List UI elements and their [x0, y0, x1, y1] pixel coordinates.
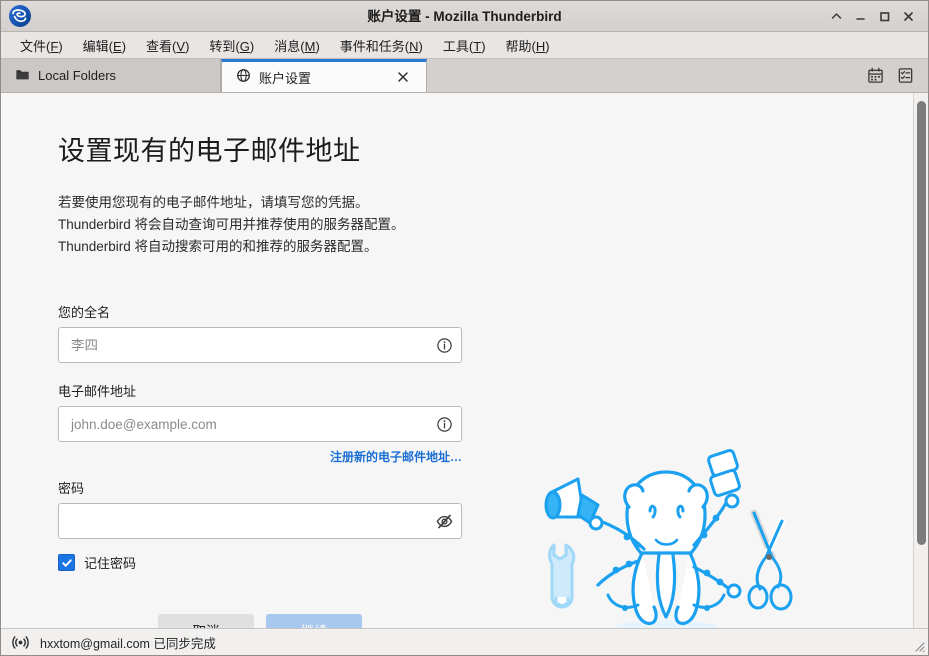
menu-help[interactable]: 帮助(H): [497, 33, 559, 58]
form-actions: 取消 继续: [58, 614, 462, 628]
password-input[interactable]: [59, 504, 427, 538]
status-bar: hxxtom@gmail.com 已同步完成: [1, 628, 928, 655]
info-icon[interactable]: [427, 407, 461, 441]
thunderbird-window: 账户设置 - Mozilla Thunderbird 文件(F) 编辑(E) 查…: [0, 0, 929, 656]
tab-local-folders[interactable]: Local Folders: [1, 59, 221, 92]
tab-bar-tools: [864, 59, 928, 92]
tab-label: Local Folders: [38, 68, 117, 83]
thunderbird-logo: [5, 1, 35, 31]
content-area: 设置现有的电子邮件地址 若要使用您现有的电子邮件地址，请填写您的凭据。 Thun…: [1, 92, 928, 628]
fullname-field-group: 您的全名: [58, 302, 462, 363]
signup-link-row: 注册新的电子邮件地址…: [58, 448, 462, 466]
tab-bar-spacer: [427, 59, 864, 92]
tasks-icon[interactable]: [894, 65, 916, 87]
menu-message[interactable]: 消息(M): [265, 33, 329, 58]
description-line: Thunderbird 将自动搜索可用的和推荐的服务器配置。: [58, 239, 378, 254]
resize-grip[interactable]: [912, 639, 926, 653]
close-button[interactable]: [897, 5, 919, 27]
menu-go[interactable]: 转到(G): [200, 33, 263, 58]
menu-view[interactable]: 查看(V): [137, 33, 198, 58]
cancel-button[interactable]: 取消: [158, 614, 254, 628]
password-input-wrapper[interactable]: [58, 503, 462, 539]
globe-icon: [236, 68, 251, 86]
password-field-group: 密码: [58, 478, 462, 539]
scrollbar-thumb[interactable]: [917, 101, 926, 545]
title-bar: 账户设置 - Mozilla Thunderbird: [1, 1, 928, 32]
window-title: 账户设置 - Mozilla Thunderbird: [367, 8, 562, 24]
remember-password-checkbox[interactable]: [58, 554, 75, 571]
menu-events-tasks[interactable]: 事件和任务(N): [331, 33, 432, 58]
tab-account-settings[interactable]: 账户设置: [221, 59, 427, 92]
description-line: 若要使用您现有的电子邮件地址，请填写您的凭据。: [58, 195, 369, 210]
shade-button[interactable]: [825, 5, 847, 27]
fullname-input-wrapper[interactable]: [58, 327, 462, 363]
remember-password-row[interactable]: 记住密码: [58, 553, 462, 572]
account-setup-form: 您的全名 李四 电子邮件地址 john.doe@example.com 注册新的…: [58, 302, 462, 628]
window-controls: [825, 5, 928, 27]
email-input-wrapper[interactable]: [58, 406, 462, 442]
page-description: 若要使用您现有的电子邮件地址，请填写您的凭据。 Thunderbird 将会自动…: [58, 192, 857, 258]
tab-label: 账户设置: [259, 70, 312, 86]
menu-tools[interactable]: 工具(T): [434, 33, 495, 58]
menu-edit[interactable]: 编辑(E): [74, 33, 135, 58]
fullname-input[interactable]: [59, 328, 427, 362]
setup-page: 设置现有的电子邮件地址 若要使用您现有的电子邮件地址，请填写您的凭据。 Thun…: [2, 93, 913, 628]
continue-button[interactable]: 继续: [266, 614, 362, 628]
signup-new-email-link[interactable]: 注册新的电子邮件地址…: [330, 450, 462, 464]
email-input[interactable]: [59, 407, 427, 441]
info-icon[interactable]: [427, 328, 461, 362]
menu-bar: 文件(F) 编辑(E) 查看(V) 转到(G) 消息(M) 事件和任务(N) 工…: [1, 32, 928, 59]
menu-file[interactable]: 文件(F): [11, 33, 72, 58]
email-field-group: 电子邮件地址: [58, 381, 462, 442]
remember-password-label: 记住密码: [84, 556, 137, 571]
eye-slash-icon[interactable]: [427, 504, 461, 538]
page-title: 设置现有的电子邮件地址: [58, 136, 361, 166]
password-label: 密码: [58, 481, 85, 496]
folder-icon: [15, 67, 30, 85]
vertical-scrollbar[interactable]: [913, 93, 928, 628]
calendar-icon[interactable]: [864, 65, 886, 87]
account-setup-panel: 设置现有的电子邮件地址 若要使用您现有的电子邮件地址，请填写您的凭据。 Thun…: [1, 93, 913, 628]
tab-close-icon[interactable]: [394, 68, 412, 86]
description-line: Thunderbird 将会自动查询可用并推荐使用的服务器配置。: [58, 217, 405, 232]
broadcast-icon: [10, 632, 30, 652]
minimize-button[interactable]: [849, 5, 871, 27]
status-message: hxxtom@gmail.com 已同步完成: [40, 636, 216, 651]
tab-bar: Local Folders 账户设置: [1, 59, 928, 92]
maximize-button[interactable]: [873, 5, 895, 27]
fullname-label: 您的全名: [58, 305, 111, 320]
email-label: 电子邮件地址: [58, 384, 137, 399]
